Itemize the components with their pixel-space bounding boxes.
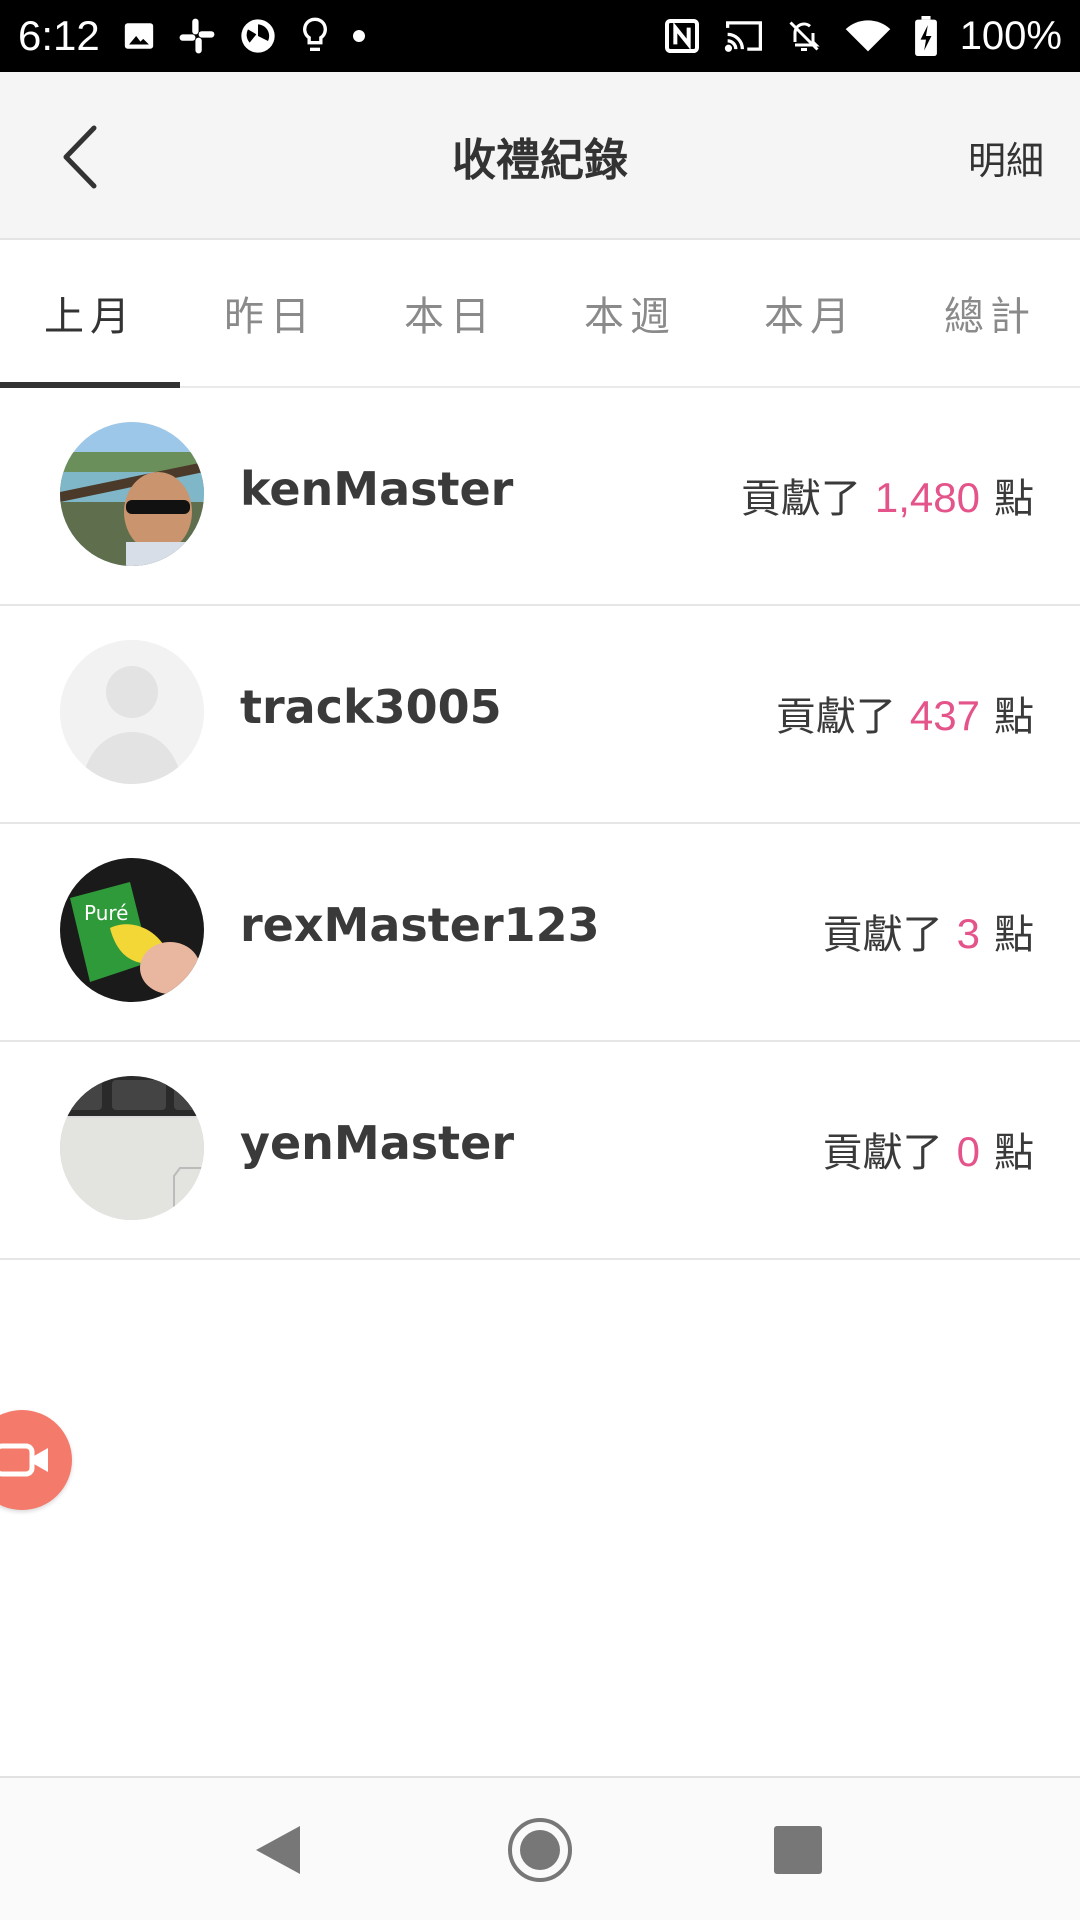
nfc-icon — [662, 16, 702, 56]
avatar[interactable] — [60, 422, 204, 566]
username: kenMaster — [240, 462, 514, 516]
username: yenMaster — [240, 1116, 515, 1170]
dot-icon — [352, 29, 366, 43]
username: track3005 — [240, 680, 502, 734]
contribution-prefix: 貢獻了 — [775, 694, 896, 740]
list-item[interactable]: kenMaster 貢獻了 1,480 點 — [0, 388, 1080, 606]
points-value: 1,480 — [874, 474, 980, 521]
image-icon — [122, 19, 156, 53]
system-nav-bar — [0, 1776, 1080, 1920]
avatar[interactable]: Puré — [60, 858, 204, 1002]
battery-charging-icon — [914, 16, 938, 56]
app-header: 收禮紀錄 明細 — [0, 72, 1080, 240]
home-circle-icon — [508, 1818, 572, 1882]
points-value: 0 — [956, 1128, 980, 1175]
contribution-text: 貢獻了 0 點 — [823, 1120, 1034, 1178]
bell-off-icon — [786, 17, 822, 55]
tab-last-month[interactable]: 上月 — [0, 240, 180, 388]
page-title: 收禮紀錄 — [452, 135, 628, 186]
aperture-icon — [238, 16, 278, 56]
points-unit: 點 — [994, 912, 1034, 958]
status-bar: 6:12 100% — [0, 0, 1080, 72]
tab-this-month[interactable]: 本月 — [720, 240, 900, 386]
square-recents-icon — [774, 1826, 822, 1874]
contribution-prefix: 貢獻了 — [740, 476, 861, 522]
username: rexMaster123 — [240, 898, 600, 952]
video-camera-icon — [0, 1443, 48, 1477]
tab-this-week[interactable]: 本週 — [540, 240, 720, 386]
contribution-text: 貢獻了 3 點 — [823, 902, 1034, 960]
contribution-prefix: 貢獻了 — [822, 912, 943, 958]
svg-text:Puré: Puré — [84, 901, 128, 925]
detail-button[interactable]: 明細 — [968, 130, 1044, 185]
avatar[interactable] — [60, 1076, 204, 1220]
lightbulb-icon — [300, 16, 330, 56]
points-value: 437 — [909, 692, 980, 739]
points-unit: 點 — [994, 476, 1034, 522]
slack-icon — [178, 17, 216, 55]
list-item[interactable]: yenMaster 貢獻了 0 點 — [0, 1042, 1080, 1260]
wifi-icon — [844, 18, 892, 54]
list-item[interactable]: Puré rexMaster123 貢獻了 3 點 — [0, 824, 1080, 1042]
avatar[interactable] — [60, 640, 204, 784]
tab-today[interactable]: 本日 — [360, 240, 540, 386]
battery-percentage: 100% — [959, 13, 1062, 58]
nav-home-button[interactable] — [506, 1816, 574, 1888]
tab-yesterday[interactable]: 昨日 — [180, 240, 360, 386]
list-item[interactable]: track3005 貢獻了 437 點 — [0, 606, 1080, 824]
nav-recents-button[interactable] — [774, 1826, 822, 1878]
status-time: 6:12 — [18, 12, 100, 59]
default-avatar-icon — [60, 640, 204, 784]
tab-total[interactable]: 總計 — [900, 240, 1080, 386]
contribution-text: 貢獻了 437 點 — [776, 684, 1034, 742]
points-unit: 點 — [994, 694, 1034, 740]
triangle-back-icon — [256, 1826, 300, 1874]
gift-record-list: kenMaster 貢獻了 1,480 點 track3005 貢獻了 437 … — [0, 388, 1080, 1260]
points-value: 3 — [956, 910, 980, 957]
period-tabs: 上月 昨日 本日 本週 本月 總計 — [0, 240, 1080, 388]
screen-record-button[interactable] — [0, 1410, 72, 1510]
points-unit: 點 — [994, 1130, 1034, 1176]
contribution-text: 貢獻了 1,480 點 — [741, 466, 1034, 524]
nav-back-button[interactable] — [254, 1824, 302, 1880]
contribution-prefix: 貢獻了 — [822, 1130, 943, 1176]
cast-icon — [724, 18, 764, 54]
